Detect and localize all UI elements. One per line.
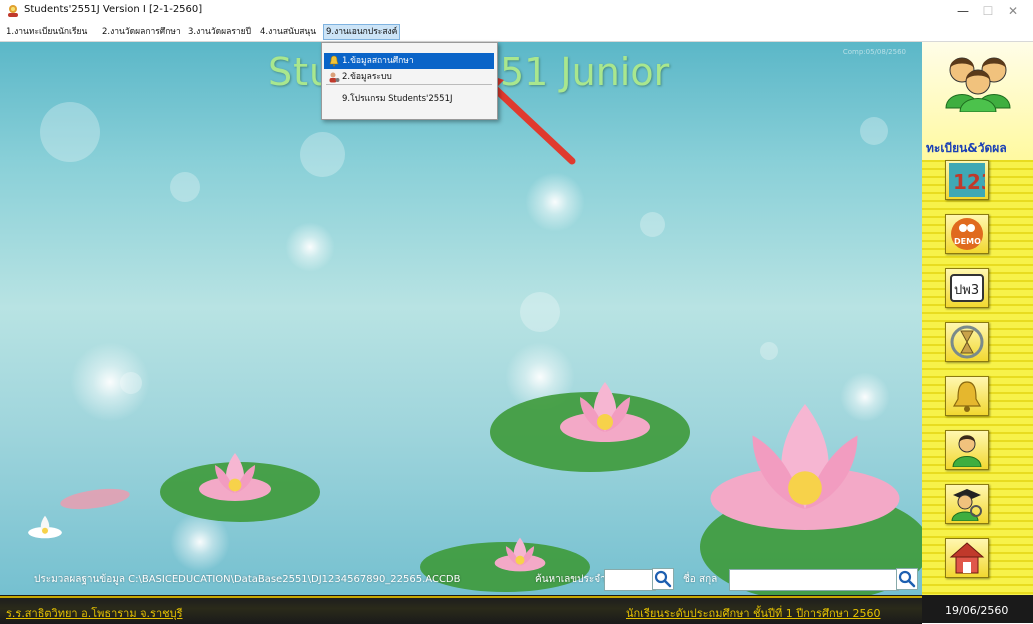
demo-label: DEMO: [954, 237, 981, 246]
student-id-input[interactable]: [604, 569, 656, 591]
app-logo-icon: [8, 5, 18, 17]
sidebar-button-graduate[interactable]: [945, 484, 989, 524]
menu-item-school-info[interactable]: 1.ข้อมูลสถานศึกษา: [324, 53, 494, 69]
sidebar-button-school[interactable]: [945, 376, 989, 416]
bell-icon: [329, 55, 339, 67]
school-name: ร.ร.สาธิตวิทยา อ.โพธาราม จ.ราชบุรี: [6, 607, 183, 620]
sidebar-button-demo[interactable]: DEMO: [945, 214, 989, 254]
close-button[interactable]: ✕: [993, 0, 1033, 22]
menu-annual-assessment[interactable]: 3.งานวัดผลรายปี: [186, 25, 253, 39]
sidebar-button-pw3[interactable]: ปพ3: [945, 268, 989, 308]
menu-item-label: 2.ข้อมูลระบบ: [342, 72, 392, 82]
sidebar-button-history[interactable]: [945, 322, 989, 362]
window-title: Students'2551J Version I [2-1-2560]: [24, 4, 203, 15]
menu-item-about-program[interactable]: 9.โปรแกรม Students'2551J: [324, 91, 494, 107]
class-level: นักเรียนระดับประถมศึกษา ชั้นปีที่ 1 ปีกา…: [626, 607, 881, 620]
hourglass-icon: [950, 325, 984, 359]
lotus-flower-icon: [710, 404, 900, 530]
pw3-document-icon: ปพ3: [950, 274, 984, 302]
demo-user-icon: DEMO: [951, 218, 983, 250]
menu-item-system-info[interactable]: 2.ข้อมูลระบบ: [324, 69, 494, 85]
sidebar-button-home[interactable]: [945, 538, 989, 578]
menu-separator: [326, 84, 492, 85]
menu-bar: 1.งานทะเบียนนักเรียน 2.งานวัดผลการศึกษา …: [0, 22, 1033, 42]
users-group-icon: [945, 57, 1011, 112]
menu-general-purpose[interactable]: 9.งานเอนกประสงค์: [323, 24, 401, 40]
numbers-123-label: 123: [953, 170, 985, 194]
numbers-123-icon: 123: [949, 163, 985, 197]
search-id-button[interactable]: [652, 568, 674, 590]
title-bar: Students'2551J Version I [2-1-2560] — ☐ …: [0, 0, 1033, 22]
comp-date-label: Comp:05/08/2560: [842, 48, 906, 56]
current-date: 19/06/2560: [945, 604, 1009, 617]
white-flower-icon: [28, 515, 62, 539]
pw3-label: ปพ3: [954, 283, 979, 298]
sidebar-title: ทะเบียน&วัดผล: [926, 141, 1007, 155]
name-search-input[interactable]: [729, 569, 899, 591]
search-icon: [898, 570, 916, 588]
lotus-flower-icon: [560, 382, 650, 442]
user-gear-icon: [329, 72, 340, 83]
search-icon: [654, 570, 672, 588]
search-name-button[interactable]: [896, 568, 918, 590]
general-purpose-dropdown: 1.ข้อมูลสถานศึกษา 2.ข้อมูลระบบ 9.โปรแกรม…: [321, 42, 498, 120]
bell-icon: [952, 381, 982, 412]
user-icon: [952, 435, 982, 467]
menu-registration[interactable]: 1.งานทะเบียนนักเรียน: [4, 25, 89, 39]
sidebar-button-user[interactable]: [945, 430, 989, 470]
database-path: ประมวลผลฐานข้อมูล C:\BASICEDUCATION\Data…: [34, 574, 461, 585]
menu-item-label: 9.โปรแกรม Students'2551J: [342, 94, 453, 104]
home-icon: [949, 542, 985, 574]
menu-item-label: 1.ข้อมูลสถานศึกษา: [342, 56, 414, 66]
menu-assessment[interactable]: 2.งานวัดผลการศึกษา: [100, 25, 183, 39]
sidebar-button-grades[interactable]: 123: [945, 160, 989, 200]
lotus-flower-icon: [199, 453, 271, 501]
graduate-icon: [951, 489, 982, 521]
menu-support[interactable]: 4.งานสนับสนุน: [258, 25, 318, 39]
name-label: ชื่อ สกุล: [683, 574, 718, 585]
search-bar: ประมวลผลฐานข้อมูล C:\BASICEDUCATION\Data…: [0, 567, 922, 591]
